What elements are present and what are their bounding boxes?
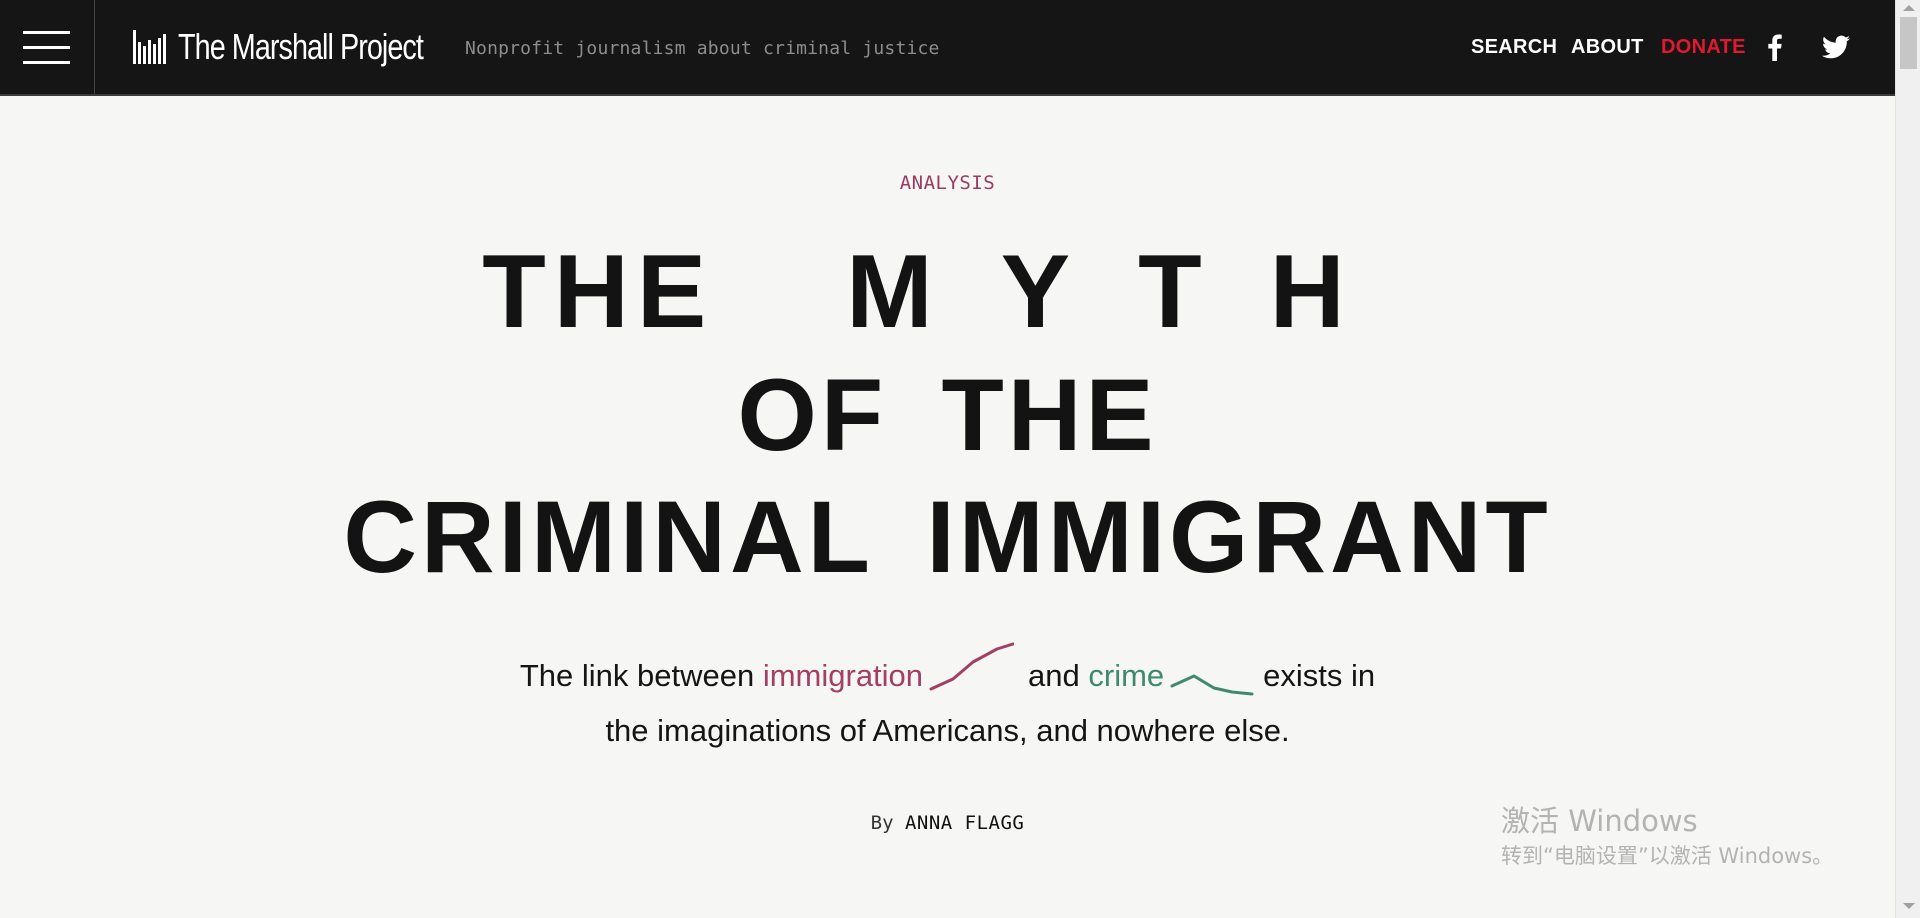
menu-button[interactable] [0,0,95,94]
nav-search[interactable]: SEARCH [1471,36,1557,59]
byline-author[interactable]: ANNA FLAGG [905,812,1024,834]
watermark-subtitle: 转到“电脑设置”以激活 Windows。 [1501,844,1834,868]
headline-word-the: THE [482,234,715,350]
crime-trend-sparkline [1170,674,1254,696]
site-name: The Marshall Project [178,26,424,67]
logo-bars-icon [133,30,168,64]
windows-activation-watermark: 激活 Windows 转到“电脑设置”以激活 Windows。 [1501,801,1833,871]
hamburger-icon-bar [23,61,70,64]
dek-text: The link between [519,658,763,694]
headline-line-1: THE MYTH [0,240,1895,344]
dek-text-line-2: the imaginations of Americans, and nowhe… [605,713,1290,748]
site-tagline: Nonprofit journalism about criminal just… [465,38,940,59]
scroll-up-arrow-icon[interactable] [1903,5,1915,11]
scroll-down-arrow-icon[interactable] [1903,903,1915,909]
site-header: The Marshall Project Nonprofit journalis… [0,0,1895,96]
article-kicker: ANALYSIS [899,172,996,194]
hamburger-icon-bar [23,46,70,49]
facebook-icon[interactable] [1760,32,1790,62]
headline-line-2: OF THE [737,358,1158,472]
dek-immigration: immigration [762,658,924,694]
article-dek: The link between immigration and crime e… [0,642,1895,754]
dek-text: and [1028,658,1089,694]
site-logo[interactable]: The Marshall Project [133,22,484,72]
twitter-icon[interactable] [1821,32,1851,62]
scrollbar-thumb[interactable] [1900,17,1917,69]
immigration-trend-sparkline [929,642,1015,691]
headline-word-myth: MYTH [846,234,1413,350]
nav-about[interactable]: ABOUT [1571,36,1644,59]
byline-prefix: By [870,812,894,834]
watermark-title: 激活 Windows [1501,804,1698,838]
dek-crime: crime [1088,658,1165,694]
dek-text: exists in [1263,658,1376,694]
headline-line-3: CRIMINAL IMMIGRANT [343,480,1552,594]
hamburger-icon [23,31,70,34]
nav-donate[interactable]: DONATE [1661,36,1746,59]
page-scrollbar[interactable] [1895,0,1920,918]
